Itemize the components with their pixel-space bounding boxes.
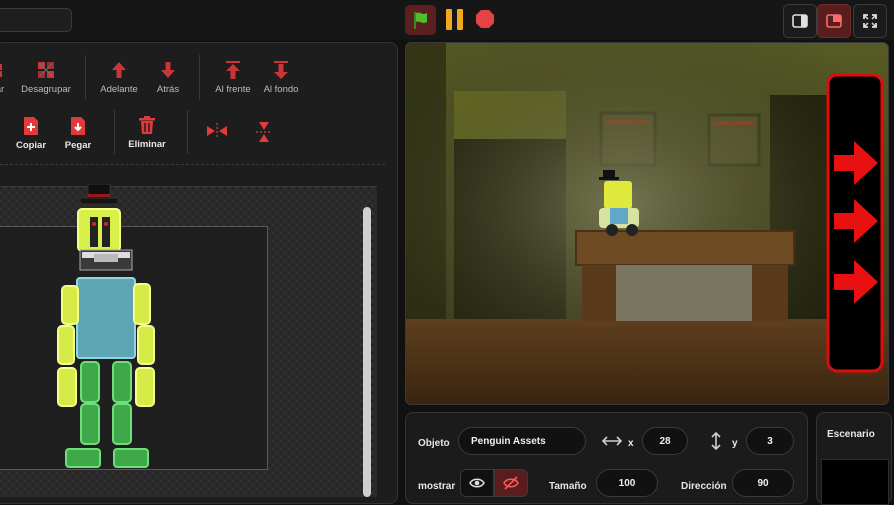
paste-label: Pegar — [64, 140, 92, 151]
ungroup-partial-label: ar — [0, 84, 5, 95]
eye-slash-icon — [503, 476, 519, 490]
stage-title: Escenario — [827, 429, 875, 440]
small-stage-icon — [792, 14, 808, 28]
arrow-up-icon — [112, 62, 126, 78]
sprite-info-panel: Objeto Penguin Assets x 28 y 3 mostrar T… — [405, 412, 808, 504]
stop-button[interactable] — [475, 9, 495, 29]
fullscreen-icon — [863, 14, 877, 28]
hide-button[interactable] — [494, 469, 528, 497]
flip-vertical-button[interactable] — [229, 121, 299, 143]
ungroup-button[interactable]: Desagrupar — [11, 60, 81, 95]
object-label: Objeto — [418, 438, 450, 449]
green-flag-icon — [413, 12, 427, 29]
y-input[interactable]: 3 — [746, 427, 794, 455]
ungroup-label: Desagrupar — [21, 84, 71, 95]
backward-label: Atrás — [156, 84, 180, 95]
backward-button[interactable]: Atrás — [133, 60, 203, 95]
horizontal-arrows-icon — [602, 436, 622, 446]
delete-label: Eliminar — [128, 139, 166, 150]
costume-character[interactable] — [52, 184, 162, 474]
pause-button[interactable] — [443, 9, 465, 31]
vertical-arrows-icon — [711, 432, 721, 450]
stage-viewport[interactable] — [405, 42, 889, 405]
toolbar-dashed-divider — [0, 164, 385, 165]
size-input[interactable]: 100 — [596, 469, 658, 497]
to-back-label: Al fondo — [263, 84, 299, 95]
stop-icon — [476, 10, 494, 28]
project-title-field[interactable] — [0, 8, 72, 32]
small-stage-button[interactable] — [783, 4, 817, 38]
stage-selector-panel[interactable]: Escenario — [816, 412, 892, 505]
x-label: x — [628, 438, 634, 449]
delete-button[interactable]: Eliminar — [112, 115, 182, 150]
stage-thumbnail[interactable] — [821, 459, 889, 505]
show-button[interactable] — [460, 469, 494, 497]
arrow-down-icon — [161, 62, 175, 78]
x-input[interactable]: 28 — [642, 427, 688, 455]
ungroup-icon — [38, 62, 54, 78]
eye-icon — [469, 478, 485, 488]
large-stage-button[interactable] — [817, 4, 851, 38]
paste-button[interactable]: Pegar — [43, 116, 113, 151]
fullscreen-button[interactable] — [853, 4, 887, 38]
canvas-scrollbar[interactable] — [363, 207, 371, 497]
stage-scene — [406, 43, 888, 404]
large-stage-icon — [826, 14, 842, 28]
trash-icon — [139, 116, 155, 134]
to-back-icon — [274, 61, 288, 79]
paste-icon — [71, 117, 85, 135]
copy-label: Copiar — [15, 140, 47, 151]
pause-icon — [445, 9, 452, 30]
sprite-name-input[interactable]: Penguin Assets — [458, 427, 586, 455]
flip-horizontal-icon — [207, 123, 227, 139]
group-icon — [0, 64, 2, 77]
to-front-icon — [226, 61, 240, 79]
copy-icon — [24, 117, 38, 135]
direction-input[interactable]: 90 — [732, 469, 794, 497]
green-flag-button[interactable] — [405, 5, 436, 35]
flip-vertical-icon — [256, 122, 272, 142]
to-back-button[interactable]: Al fondo — [246, 60, 316, 95]
y-label: y — [732, 438, 738, 449]
